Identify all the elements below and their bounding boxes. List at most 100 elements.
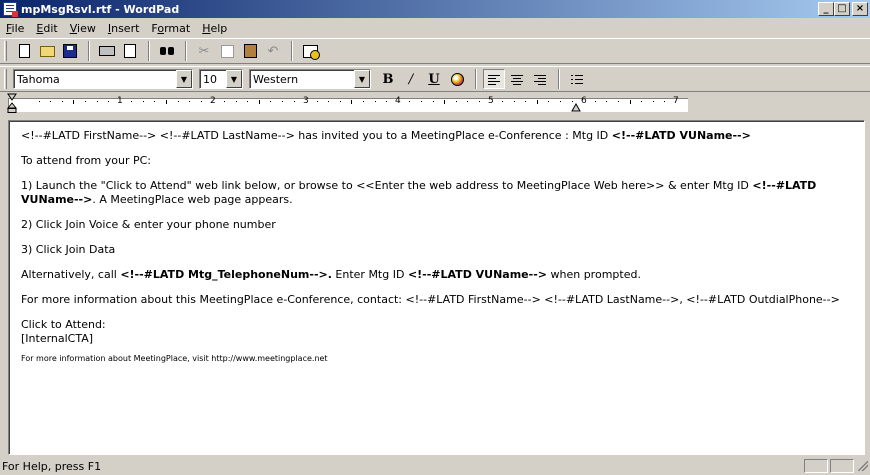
ruler-number: 4 — [395, 96, 401, 106]
ruler-dot — [513, 101, 515, 102]
chevron-down-icon[interactable]: ▼ — [354, 70, 370, 88]
chevron-down-icon[interactable]: ▼ — [226, 70, 242, 88]
bullets-icon — [571, 74, 583, 85]
ruler-dot — [571, 101, 573, 102]
ruler-dot — [606, 101, 608, 102]
ruler-dot — [50, 101, 52, 102]
menu-file[interactable]: File — [0, 22, 30, 35]
ruler-dot — [432, 101, 434, 102]
font-size-combo[interactable]: 10 ▼ — [199, 69, 243, 89]
paragraph: To attend from your PC: — [21, 154, 152, 167]
status-panel — [804, 459, 828, 473]
ruler[interactable]: 1 2 3 4 5 6 7 — [7, 93, 862, 117]
ruler-dot — [154, 101, 156, 102]
menu-insert[interactable]: Insert — [102, 22, 146, 35]
ruler-dot — [363, 101, 365, 102]
underline-button[interactable]: U — [423, 69, 445, 89]
copy-button[interactable] — [216, 41, 238, 61]
close-button[interactable]: × — [852, 2, 868, 16]
paragraph: For more information about this MeetingP… — [21, 293, 840, 306]
ruler-dot — [281, 101, 283, 102]
toolbar-grip[interactable] — [4, 41, 7, 61]
cut-button[interactable]: ✂ — [193, 41, 215, 61]
script-value: Western — [253, 72, 299, 86]
ruler-number: 6 — [581, 96, 587, 106]
document-editor[interactable]: <!--#LATD FirstName--> <!--#LATD LastNam… — [8, 120, 865, 455]
scissors-icon: ✂ — [198, 43, 210, 59]
paragraph: 2) Click Join Voice & enter your phone n… — [21, 218, 276, 231]
ruler-dot — [339, 101, 341, 102]
ruler-dot — [594, 101, 596, 102]
printer-icon — [99, 46, 115, 56]
toolbar-separator — [185, 41, 187, 61]
paste-button[interactable] — [239, 41, 261, 61]
title-bar[interactable]: mpMsgRsvl.rtf - WordPad _ □ × — [0, 0, 870, 18]
maximize-button[interactable]: □ — [834, 2, 850, 16]
new-button[interactable] — [13, 41, 35, 61]
ruler-dot — [189, 101, 191, 102]
ruler-dot — [548, 101, 550, 102]
menu-view[interactable]: View — [64, 22, 102, 35]
paragraph: For more information about MeetingPlace,… — [21, 354, 328, 363]
align-left-button[interactable] — [483, 69, 505, 89]
ruler-dot — [223, 101, 225, 102]
paragraph: <!--#LATD FirstName--> <!--#LATD LastNam… — [21, 129, 751, 142]
menu-help[interactable]: Help — [196, 22, 233, 35]
open-button[interactable] — [36, 41, 58, 61]
date-time-button[interactable] — [299, 41, 321, 61]
paragraph: 1) Launch the "Click to Attend" web link… — [21, 179, 821, 206]
print-preview-icon — [124, 44, 136, 58]
toolbar-separator — [88, 41, 90, 61]
print-button[interactable] — [96, 41, 118, 61]
font-name-value: Tahoma — [17, 72, 60, 86]
ruler-dot — [420, 101, 422, 102]
status-panel — [830, 459, 854, 473]
ruler-dot — [235, 101, 237, 102]
ruler-tick — [351, 100, 353, 104]
menu-format[interactable]: Format — [145, 22, 196, 35]
ruler-number: 1 — [117, 96, 123, 106]
save-button[interactable] — [59, 41, 81, 61]
format-toolbar: Tahoma ▼ 10 ▼ Western ▼ B / U — [0, 66, 870, 92]
italic-button[interactable]: / — [400, 69, 422, 89]
menu-edit[interactable]: Edit — [30, 22, 63, 35]
undo-button[interactable]: ↶ — [262, 41, 284, 61]
align-right-button[interactable] — [529, 69, 551, 89]
bullets-button[interactable] — [566, 69, 588, 89]
ruler-dot — [177, 101, 179, 102]
ruler-dot — [96, 101, 98, 102]
print-preview-button[interactable] — [119, 41, 141, 61]
wordpad-app-icon[interactable] — [3, 2, 18, 17]
script-combo[interactable]: Western ▼ — [249, 69, 371, 89]
right-indent-marker-icon[interactable] — [571, 103, 581, 113]
indent-marker-icon[interactable] — [7, 93, 17, 115]
ruler-dot — [409, 101, 411, 102]
clipboard-icon — [243, 44, 257, 58]
ruler-tick — [629, 100, 631, 104]
resize-grip-icon[interactable] — [856, 459, 870, 473]
ruler-number: 7 — [673, 96, 679, 106]
align-center-button[interactable] — [506, 69, 528, 89]
menu-bar: File Edit View Insert Format Help — [0, 19, 870, 37]
undo-icon: ↶ — [267, 43, 279, 59]
color-button[interactable] — [446, 69, 468, 89]
ruler-dot — [478, 101, 480, 102]
ruler-number: 3 — [303, 96, 309, 106]
chevron-down-icon[interactable]: ▼ — [176, 70, 192, 88]
find-button[interactable] — [156, 41, 178, 61]
ruler-dot — [316, 101, 318, 102]
ruler-margin — [688, 98, 862, 112]
bold-button[interactable]: B — [377, 69, 399, 89]
font-name-combo[interactable]: Tahoma ▼ — [13, 69, 193, 89]
ruler-tick — [166, 100, 168, 104]
ruler-number: 2 — [210, 96, 216, 106]
ruler-dot — [270, 101, 272, 102]
ruler-dot — [131, 101, 133, 102]
ruler-dot — [467, 101, 469, 102]
minimize-button[interactable]: _ — [818, 2, 834, 16]
ruler-dot — [525, 101, 527, 102]
ruler-dot — [386, 101, 388, 102]
toolbar-grip[interactable] — [4, 69, 7, 89]
status-text: For Help, press F1 — [2, 459, 102, 473]
ruler-dot — [108, 101, 110, 102]
